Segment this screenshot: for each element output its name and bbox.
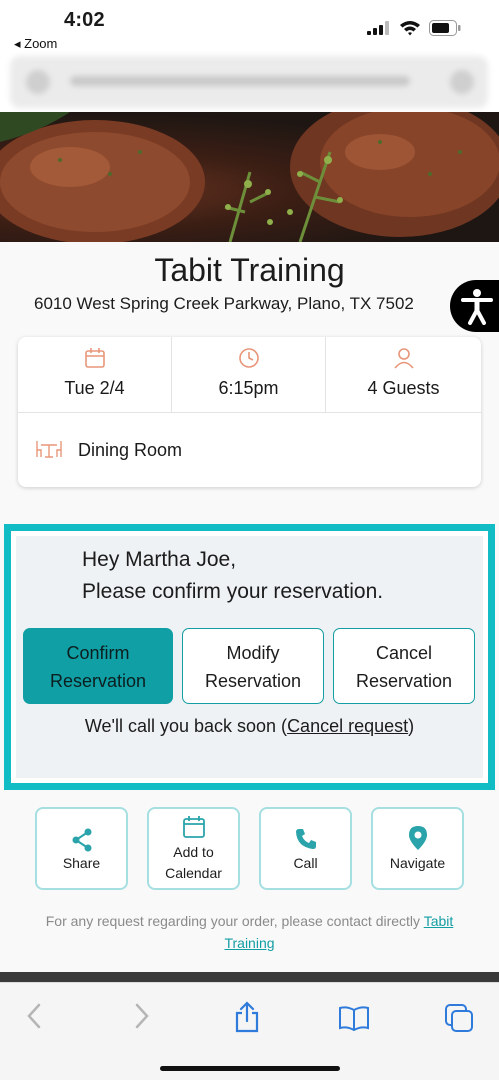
cancel-reservation-button[interactable]: Cancel Reservation: [333, 628, 475, 704]
person-icon: [393, 348, 414, 369]
share-label: Share: [62, 855, 101, 871]
location-pin-icon: [408, 826, 427, 850]
navigate-button[interactable]: Navigate: [371, 807, 464, 890]
status-time: 4:02: [64, 9, 105, 31]
status-bar: 4:02 ◂ Zoom: [0, 0, 499, 54]
wifi-icon: [400, 21, 420, 36]
confirm-reservation-button[interactable]: Confirm Reservation: [23, 628, 173, 704]
time-cell: 6:15pm: [172, 337, 326, 413]
bookmarks-icon[interactable]: [338, 1005, 370, 1031]
zoom-back-link[interactable]: ◂ Zoom: [14, 36, 57, 52]
date-cell: Tue 2/4: [18, 337, 172, 413]
add-to-calendar-button[interactable]: Add to Calendar: [147, 807, 240, 890]
greeting-text: Hey Martha Joe,: [82, 548, 237, 571]
site-info-icon: [26, 70, 50, 94]
modify-button-line2: Reservation: [204, 671, 302, 691]
page-bottom-strip: [0, 972, 499, 982]
guests-cell: 4 Guests: [326, 337, 481, 413]
reservation-summary-card: Tue 2/4 6:15pm 4 Guests Dining Room: [18, 337, 481, 487]
reservation-date: Tue 2/4: [64, 378, 125, 398]
call-button[interactable]: Call: [259, 807, 352, 890]
restaurant-name: Tabit Training: [154, 252, 345, 288]
status-icons: [367, 20, 461, 36]
call-label: Call: [293, 855, 318, 871]
footer-restaurant-link-line2[interactable]: Training: [224, 935, 274, 951]
reload-icon: [450, 70, 474, 94]
cancel-button-line1: Cancel: [375, 643, 433, 663]
forward-arrow-icon[interactable]: [134, 1001, 150, 1031]
url-text-redacted: [70, 76, 410, 86]
seating-area-row: Dining Room: [18, 413, 481, 487]
callback-close-paren: ): [408, 716, 415, 736]
reservation-guests: 4 Guests: [367, 378, 440, 398]
confirm-button-line2: Reservation: [49, 671, 147, 691]
confirm-prompt: Please confirm your reservation.: [82, 580, 384, 603]
clock-icon: [238, 348, 259, 368]
calendar-label-line2: Calendar: [165, 865, 222, 881]
signal-icon: [367, 21, 389, 35]
share-sheet-icon[interactable]: [234, 1001, 260, 1033]
calendar-icon: [84, 348, 105, 368]
accessibility-icon: [461, 289, 493, 325]
modify-button-line1: Modify: [226, 643, 280, 663]
hero-steak-image: [0, 112, 499, 242]
navigate-label: Navigate: [389, 855, 446, 871]
cancel-request-link[interactable]: Cancel request: [287, 716, 408, 736]
add-to-calendar-label: Add to Calendar: [149, 842, 238, 884]
calendar-add-icon: [182, 816, 205, 838]
back-arrow-icon[interactable]: [26, 1001, 42, 1031]
callback-text: We'll call you back soon (: [84, 716, 288, 736]
home-indicator: [160, 1066, 340, 1071]
confirm-button-line1: Confirm: [66, 643, 130, 663]
tabs-icon[interactable]: [444, 1003, 474, 1033]
cancel-button-line2: Reservation: [355, 671, 453, 691]
share-icon: [72, 828, 91, 852]
footer-contact-note: For any request regarding your order, pl…: [12, 910, 487, 954]
callback-notice: We'll call you back soon (Cancel request…: [0, 716, 499, 737]
footer-text: For any request regarding your order, pl…: [45, 913, 424, 929]
restaurant-address: 6010 West Spring Creek Parkway, Plano, T…: [34, 294, 414, 313]
table-icon: [36, 441, 62, 458]
reservation-time: 6:15pm: [218, 378, 279, 398]
modify-reservation-button[interactable]: Modify Reservation: [182, 628, 324, 704]
calendar-label-line1: Add to: [173, 844, 214, 860]
footer-restaurant-link[interactable]: Tabit: [424, 913, 454, 929]
battery-icon: [429, 20, 461, 36]
phone-icon: [295, 829, 316, 849]
url-bar[interactable]: [10, 56, 488, 108]
seating-area: Dining Room: [78, 440, 183, 460]
share-button[interactable]: Share: [35, 807, 128, 890]
accessibility-button[interactable]: [450, 280, 499, 332]
